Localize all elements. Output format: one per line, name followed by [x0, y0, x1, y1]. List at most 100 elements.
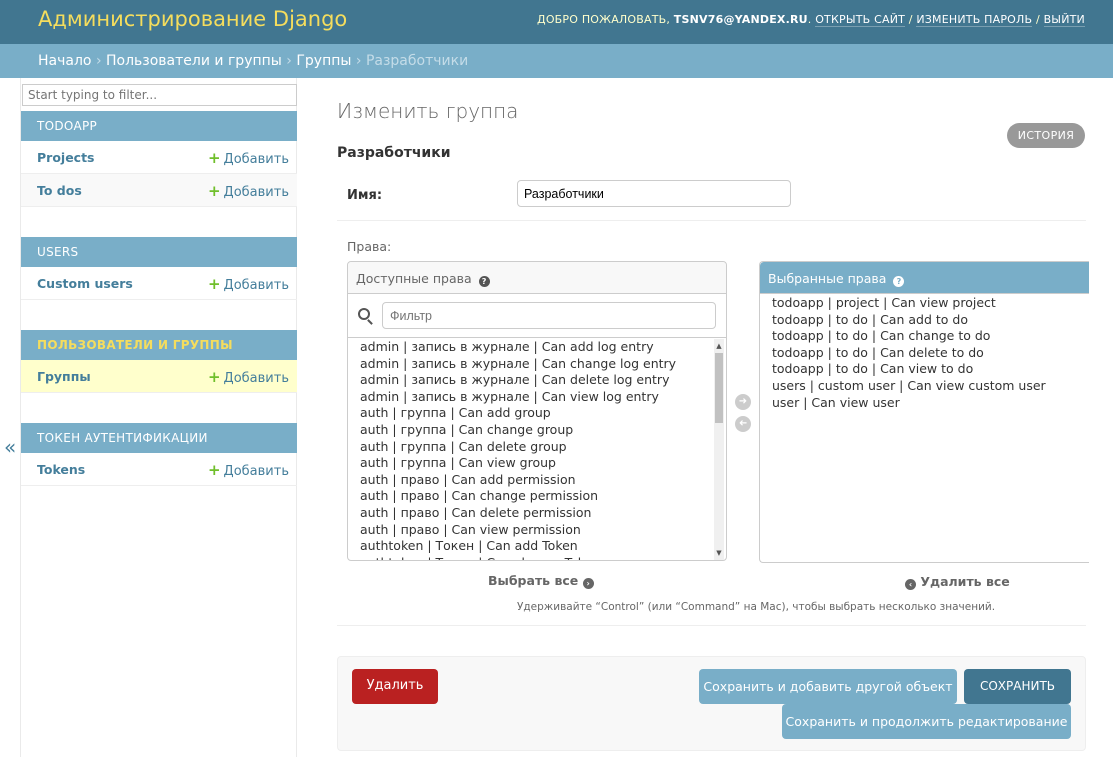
add-tokens-link[interactable]: + Добавить: [208, 461, 289, 479]
model-row-custom-users: Custom users + Добавить: [21, 267, 297, 300]
breadcrumb-home[interactable]: Начало: [38, 53, 91, 69]
add-label: Добавить: [223, 464, 289, 479]
search-icon: [358, 308, 370, 320]
filter-row: [348, 294, 726, 338]
change-password-link[interactable]: Изменить пароль: [916, 13, 1033, 27]
page-title: Изменить группа: [337, 99, 519, 123]
available-permission-option[interactable]: authtoken | Токен | Can change Token: [348, 555, 712, 560]
separator: /: [1035, 13, 1040, 26]
available-list[interactable]: admin | запись в журнале | Can add log e…: [348, 339, 712, 560]
model-link-custom-users[interactable]: Custom users: [37, 276, 133, 291]
plus-icon: +: [207, 461, 221, 479]
username: tsnv76@yandex.ru: [673, 13, 808, 26]
scroll-down-icon[interactable]: ▼: [715, 548, 723, 558]
available-permission-option[interactable]: auth | право | Can delete permission: [348, 505, 712, 522]
plus-icon: +: [207, 182, 221, 200]
app-caption-todoapp[interactable]: TODOAPP: [21, 111, 297, 141]
scroll-up-icon[interactable]: ▲: [715, 341, 723, 351]
scroll-thumb[interactable]: [715, 353, 723, 423]
breadcrumb-separator: ›: [286, 53, 292, 69]
chosen-permissions-box: Выбранные права ? todoapp | project | Ca…: [759, 261, 1089, 563]
breadcrumb: Начало › Пользователи и группы › Группы …: [0, 44, 1113, 78]
choose-all-link[interactable]: Выбрать все ›: [488, 573, 594, 589]
available-permission-option[interactable]: auth | группа | Can view group: [348, 455, 712, 472]
available-permission-option[interactable]: auth | группа | Can delete group: [348, 439, 712, 456]
chosen-permission-option[interactable]: todoapp | to do | Can delete to do: [760, 345, 1088, 362]
view-site-link[interactable]: Открыть сайт: [815, 13, 906, 27]
chosen-list[interactable]: todoapp | project | Can view project todo…: [760, 295, 1088, 563]
help-icon: ?: [478, 276, 490, 287]
save-button[interactable]: Сохранить: [964, 669, 1071, 704]
nav-filter-input[interactable]: [22, 84, 297, 106]
available-permission-option[interactable]: authtoken | Токен | Can add Token: [348, 538, 712, 555]
chosen-permission-option[interactable]: todoapp | to do | Can view to do: [760, 361, 1088, 378]
breadcrumb-app[interactable]: Пользователи и группы: [106, 53, 282, 69]
breadcrumb-model[interactable]: Группы: [296, 53, 351, 69]
header: Администрирование Django Добро пожаловат…: [0, 0, 1113, 44]
add-selected-arrow-icon[interactable]: ➜: [735, 394, 751, 410]
chosen-permission-option[interactable]: todoapp | project | Can view project: [760, 295, 1088, 312]
chevron-right-icon: ›: [582, 578, 594, 589]
remove-all-link[interactable]: ‹ Удалить все: [905, 574, 1010, 590]
available-title: Доступные права ?: [348, 262, 726, 294]
save-and-continue-button[interactable]: Сохранить и продолжить редактирование: [782, 704, 1071, 739]
app-caption-authtoken[interactable]: Токен аутентификации: [21, 423, 297, 453]
history-button[interactable]: История: [1007, 123, 1085, 148]
model-link-todos[interactable]: To dos: [37, 183, 82, 198]
chosen-permission-option[interactable]: users | custom user | Can view custom us…: [760, 378, 1088, 395]
model-link-tokens[interactable]: Tokens: [37, 462, 85, 477]
delete-button[interactable]: Удалить: [352, 669, 438, 704]
remove-selected-arrow-icon[interactable]: ➜: [735, 416, 751, 432]
remove-all-label: Удалить все: [920, 574, 1010, 589]
add-label: Добавить: [223, 152, 289, 167]
logout-link[interactable]: Выйти: [1043, 13, 1085, 27]
available-permission-option[interactable]: admin | запись в журнале | Can delete lo…: [348, 372, 712, 389]
toggle-nav-sidebar-button[interactable]: «: [4, 435, 16, 459]
available-permissions-box: Доступные права ? admin | запись в журна…: [347, 261, 727, 561]
breadcrumb-separator: ›: [355, 53, 362, 69]
add-todos-link[interactable]: + Добавить: [208, 182, 289, 200]
chosen-permission-option[interactable]: todoapp | to do | Can change to do: [760, 328, 1088, 345]
plus-icon: +: [207, 368, 221, 386]
model-row-projects: Projects + Добавить: [21, 141, 297, 174]
available-permission-option[interactable]: auth | право | Can add permission: [348, 472, 712, 489]
add-label: Добавить: [223, 278, 289, 293]
app-caption-auth[interactable]: Пользователи и группы: [21, 330, 297, 360]
plus-icon: +: [207, 275, 221, 293]
model-link-groups[interactable]: Группы: [37, 369, 91, 384]
choose-all-label: Выбрать все: [488, 573, 579, 588]
chosen-permission-option[interactable]: user | Can view user: [760, 395, 1088, 412]
chosen-permission-option[interactable]: todoapp | to do | Can add to do: [760, 312, 1088, 329]
available-permission-option[interactable]: auth | группа | Can change group: [348, 422, 712, 439]
add-groups-link[interactable]: + Добавить: [208, 368, 289, 386]
name-label: Имя:: [347, 188, 383, 203]
model-row-groups: Группы + Добавить: [21, 360, 297, 393]
model-row-todos: To dos + Добавить: [21, 174, 297, 207]
plus-icon: +: [207, 149, 221, 167]
add-custom-users-link[interactable]: + Добавить: [208, 275, 289, 293]
object-title: Разработчики: [337, 145, 451, 161]
app-caption-users[interactable]: USERS: [21, 237, 297, 267]
available-permission-option[interactable]: admin | запись в журнале | Can add log e…: [348, 339, 712, 356]
chevron-left-icon: ‹: [905, 579, 916, 590]
breadcrumb-separator: ›: [95, 53, 102, 69]
welcome-text: Добро пожаловать,: [537, 13, 671, 26]
name-input[interactable]: [517, 180, 791, 207]
add-projects-link[interactable]: + Добавить: [208, 149, 289, 167]
help-text: Удерживайте “Control” (или “Command” на …: [517, 601, 996, 613]
available-permission-option[interactable]: admin | запись в журнале | Can view log …: [348, 389, 712, 406]
save-and-add-another-button[interactable]: Сохранить и добавить другой объект: [699, 669, 957, 704]
site-name[interactable]: Администрирование Django: [38, 7, 347, 31]
chosen-title-text: Выбранные права: [768, 271, 887, 286]
available-permission-option[interactable]: admin | запись в журнале | Can change lo…: [348, 356, 712, 373]
available-permission-option[interactable]: auth | группа | Can add group: [348, 405, 712, 422]
divider: [337, 220, 1086, 221]
user-tools: Добро пожаловать, tsnv76@yandex.ru. Откр…: [537, 13, 1085, 27]
nav-sidebar: TODOAPP Projects +Добавить To dos +Добав…: [20, 78, 297, 757]
permission-filter-input[interactable]: [382, 302, 716, 329]
available-permission-option[interactable]: auth | право | Can view permission: [348, 522, 712, 539]
model-link-projects[interactable]: Projects: [37, 150, 95, 165]
available-list-scrollbar[interactable]: ▲ ▼: [714, 339, 724, 560]
available-permission-option[interactable]: auth | право | Can change permission: [348, 488, 712, 505]
divider: [337, 625, 1086, 626]
